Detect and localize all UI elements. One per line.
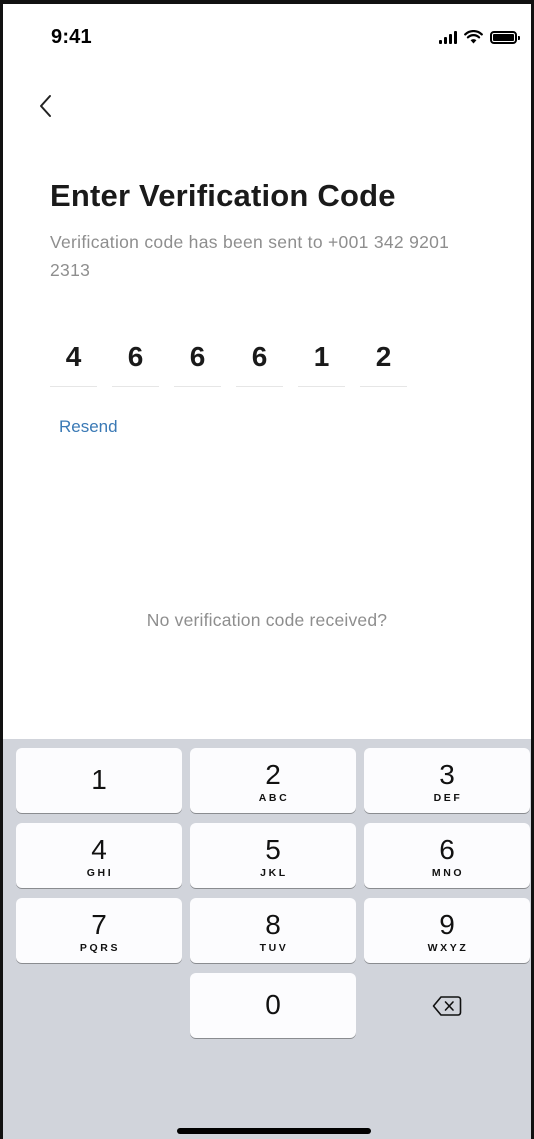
- code-digit-field[interactable]: 6: [236, 337, 283, 387]
- keypad-key-7[interactable]: 7 PQRS: [16, 898, 182, 963]
- key-number: 4: [91, 834, 107, 865]
- verification-code-input[interactable]: 4 6 6 6 1 2: [50, 337, 407, 387]
- keypad-key-0[interactable]: 0: [190, 973, 356, 1038]
- code-digit-field[interactable]: 2: [360, 337, 407, 387]
- code-digit-field[interactable]: 4: [50, 337, 97, 387]
- code-digit: 6: [127, 341, 144, 372]
- keypad-key-1[interactable]: 1: [16, 748, 182, 813]
- key-number: 3: [439, 759, 455, 790]
- status-time: 9:41: [51, 26, 92, 48]
- code-digit: 1: [313, 341, 330, 372]
- phone-screen: 9:41 Enter Verification Code Verificatio…: [0, 0, 534, 1139]
- code-digit-field[interactable]: 6: [174, 337, 221, 387]
- keypad-key-2[interactable]: 2 ABC: [190, 748, 356, 813]
- key-letters: MNO: [431, 867, 465, 879]
- keypad-key-6[interactable]: 6 MNO: [364, 823, 530, 888]
- code-digit-underline: [360, 386, 407, 387]
- key-letters: PQRS: [79, 942, 121, 954]
- key-letters: WXYZ: [427, 942, 469, 954]
- key-number: 1: [91, 764, 107, 795]
- key-number: 2: [265, 759, 281, 790]
- code-digit-underline: [174, 386, 221, 387]
- keypad-key-3[interactable]: 3 DEF: [364, 748, 530, 813]
- key-number: 8: [265, 909, 281, 940]
- battery-icon: [490, 30, 520, 44]
- key-letters: TUV: [259, 942, 289, 954]
- key-number: 9: [439, 909, 455, 940]
- home-indicator[interactable]: [177, 1128, 371, 1134]
- key-letters: GHI: [86, 867, 114, 879]
- keypad-key-5[interactable]: 5 JKL: [190, 823, 356, 888]
- code-digit-underline: [112, 386, 159, 387]
- key-letters: JKL: [260, 867, 288, 879]
- cellular-signal-icon: [439, 30, 457, 44]
- key-letters: DEF: [433, 792, 463, 804]
- numeric-keypad: 1 2 ABC 3 DEF 4 GHI 5 JKL 6 MNO 7 PQRS 8…: [3, 739, 531, 1139]
- keypad-key-9[interactable]: 9 WXYZ: [364, 898, 530, 963]
- keypad-key-4[interactable]: 4 GHI: [16, 823, 182, 888]
- code-digit-underline: [298, 386, 345, 387]
- chevron-left-icon: [40, 95, 51, 117]
- page-title: Enter Verification Code: [50, 178, 396, 213]
- status-bar: 9:41: [3, 4, 531, 64]
- key-number: 6: [439, 834, 455, 865]
- delete-key[interactable]: [364, 973, 530, 1038]
- code-digit-underline: [236, 386, 283, 387]
- back-button[interactable]: [31, 88, 59, 124]
- no-code-received-text: No verification code received?: [146, 610, 388, 630]
- code-digit-field[interactable]: 1: [298, 337, 345, 387]
- code-digit: 6: [189, 341, 206, 372]
- code-digit: 2: [375, 341, 392, 372]
- code-digit-underline: [50, 386, 97, 387]
- key-number: 0: [265, 989, 281, 1020]
- key-letters: ABC: [258, 792, 290, 804]
- wifi-icon: [464, 30, 483, 44]
- code-digit: 6: [251, 341, 268, 372]
- key-number: 5: [265, 834, 281, 865]
- keypad-key-8[interactable]: 8 TUV: [190, 898, 356, 963]
- page-subtitle: Verification code has been sent to +001 …: [50, 232, 450, 280]
- code-digit-field[interactable]: 6: [112, 337, 159, 387]
- backspace-icon: [432, 995, 462, 1016]
- resend-link[interactable]: Resend: [59, 417, 118, 437]
- status-icons: [439, 30, 520, 44]
- key-number: 7: [91, 909, 107, 940]
- code-digit: 4: [65, 341, 82, 372]
